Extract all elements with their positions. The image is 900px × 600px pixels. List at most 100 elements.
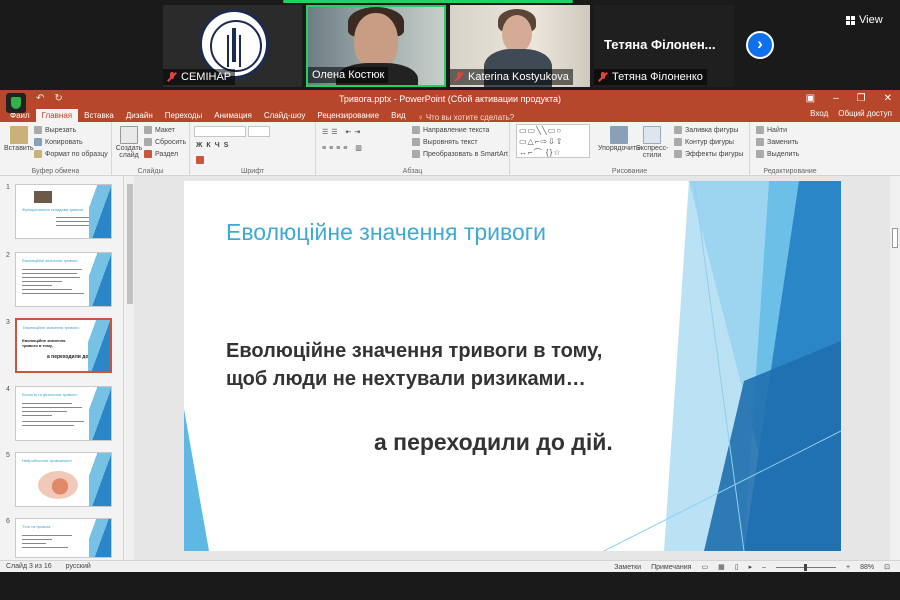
shapes-gallery[interactable]: ▭▭╲╲▭○ ▭△⌐⇨⇩⇧ ↔⌐⌒ {}☆ bbox=[516, 124, 590, 158]
group-label: Шрифт bbox=[240, 168, 265, 175]
paint-bucket-icon bbox=[674, 126, 682, 134]
arrange-button[interactable]: Упорядочить bbox=[598, 126, 640, 152]
security-shield-icon[interactable] bbox=[6, 93, 26, 113]
thumbnail-text-line bbox=[22, 547, 68, 548]
participant-tile-tetyana[interactable]: Тетяна Філонен... Тетяна Філоненко bbox=[594, 5, 734, 87]
tab-review[interactable]: Рецензирование bbox=[311, 109, 385, 122]
reset-button[interactable]: Сбросить bbox=[144, 138, 186, 146]
thumbnail-decoration bbox=[89, 453, 111, 506]
slide-number: 3 bbox=[6, 319, 10, 326]
font-format-buttons[interactable]: ЖКЧS bbox=[196, 142, 232, 149]
slide-thumbnail[interactable]: Нейробіологія тривожності bbox=[15, 452, 112, 507]
fit-slide-icon[interactable]: ⊡ bbox=[884, 563, 890, 571]
participant-tile-olena[interactable]: Олена Костюк bbox=[306, 5, 446, 87]
font-family-select[interactable] bbox=[194, 126, 246, 137]
thumbnail-text-line bbox=[22, 407, 82, 408]
slide-body-line: Еволюційне значення тривоги в тому, bbox=[226, 340, 603, 362]
shape-outline-button[interactable]: Контур фигуры bbox=[674, 138, 734, 146]
format-painter-button[interactable]: Формат по образцу bbox=[34, 150, 108, 158]
tab-insert[interactable]: Вставка bbox=[78, 109, 120, 122]
thumbnail-text-line bbox=[22, 535, 72, 536]
thumbnail-picture bbox=[34, 191, 52, 203]
scrollbar-thumb[interactable] bbox=[892, 228, 898, 248]
thumbnail-text-line bbox=[22, 425, 74, 426]
restore-icon[interactable]: ❐ bbox=[857, 93, 866, 104]
tab-view[interactable]: Вид bbox=[385, 109, 411, 122]
shape-effects-button[interactable]: Эффекты фигуры bbox=[674, 150, 743, 158]
copy-button[interactable]: Копировать bbox=[34, 138, 83, 146]
find-button[interactable]: Найти bbox=[756, 126, 787, 134]
slide-title[interactable]: Еволюційне значення тривоги bbox=[226, 219, 546, 246]
reading-view-icon[interactable]: ▯ bbox=[735, 563, 739, 571]
tab-home[interactable]: Главная bbox=[35, 109, 79, 122]
view-button[interactable]: View bbox=[846, 14, 883, 26]
thumbnail-decoration bbox=[89, 387, 111, 440]
thumbnail-text-line bbox=[22, 543, 46, 544]
select-icon bbox=[756, 150, 764, 158]
copy-icon bbox=[34, 138, 42, 146]
paste-button[interactable]: Вставить bbox=[4, 126, 34, 152]
quick-styles-button[interactable]: Экспресс-стили bbox=[636, 126, 668, 159]
comments-button[interactable]: Примечания bbox=[651, 564, 691, 571]
participant-tile-katerina[interactable]: Katerina Kostyukova bbox=[450, 5, 590, 87]
shape-fill-button[interactable]: Заливка фигуры bbox=[674, 126, 738, 134]
zoom-level[interactable]: 88% bbox=[860, 564, 874, 571]
tab-slideshow[interactable]: Слайд-шоу bbox=[258, 109, 311, 122]
notes-button[interactable]: Заметки bbox=[614, 564, 641, 571]
slide-thumbnail[interactable]: Біологія та фізіологія тривоги bbox=[15, 386, 112, 441]
smartart-button[interactable]: Преобразовать в SmartArt bbox=[412, 150, 508, 158]
slide-thumbnail[interactable]: Функціональна складова тривоги bbox=[15, 184, 112, 239]
tab-transitions[interactable]: Переходы bbox=[159, 109, 209, 122]
font-size-select[interactable] bbox=[248, 126, 270, 137]
current-slide[interactable]: Еволюційне значення тривоги Еволюційне з… bbox=[184, 181, 841, 551]
thumbnail-decoration bbox=[88, 320, 110, 371]
thumbnail-text-line bbox=[22, 281, 62, 282]
cut-button[interactable]: Вырезать bbox=[34, 126, 76, 134]
tell-me-search[interactable]: ♀ Что вы хотите сделать? bbox=[418, 113, 515, 122]
font-color-button[interactable] bbox=[196, 156, 204, 164]
ribbon-display-icon[interactable]: ▣ bbox=[806, 93, 815, 104]
slide-thumbnail[interactable]: Еволюційне значення тривоги bbox=[15, 252, 112, 307]
text-direction-button[interactable]: Направление текста bbox=[412, 126, 489, 134]
next-page-chevron-icon[interactable]: › bbox=[746, 31, 774, 59]
thumbnail-title: Нейробіологія тривожності bbox=[22, 458, 72, 463]
new-slide-button[interactable]: Создать слайд bbox=[116, 126, 142, 159]
grid-icon bbox=[846, 15, 855, 25]
list-buttons[interactable]: ☰☰ ⇤⇥ bbox=[322, 128, 363, 136]
slide-thumbnail[interactable]: Тіло та тривога bbox=[15, 518, 112, 558]
replace-button[interactable]: Заменить bbox=[756, 138, 798, 146]
slide-scrollbar[interactable] bbox=[890, 176, 900, 560]
signin-link[interactable]: Вход bbox=[810, 109, 828, 118]
tab-animations[interactable]: Анимация bbox=[208, 109, 258, 122]
thumbnail-scrollbar[interactable] bbox=[126, 176, 134, 560]
thumbnail-text-line bbox=[22, 277, 80, 278]
section-icon bbox=[144, 150, 152, 158]
thumbnail-text-line bbox=[22, 415, 52, 416]
sorter-view-icon[interactable]: ▦ bbox=[718, 563, 725, 571]
group-label: Буфер обмена bbox=[31, 168, 80, 175]
slide-body[interactable]: Еволюційне значення тривоги в тому, щоб … bbox=[226, 337, 602, 393]
thumbnail-title: Біологія та фізіологія тривоги bbox=[22, 392, 77, 397]
align-text-button[interactable]: Выровнять текст bbox=[412, 138, 478, 146]
zoom-in-icon[interactable]: + bbox=[846, 564, 850, 571]
participant-tile-seminar[interactable]: СЕМІНАР bbox=[163, 5, 302, 87]
zoom-slider[interactable] bbox=[776, 563, 837, 571]
section-button[interactable]: Раздел bbox=[144, 150, 178, 158]
slideshow-icon[interactable]: ▸ bbox=[749, 563, 753, 571]
close-icon[interactable]: ✕ bbox=[884, 93, 892, 104]
zoom-out-icon[interactable]: – bbox=[762, 564, 766, 571]
select-button[interactable]: Выделить bbox=[756, 150, 799, 158]
normal-view-icon[interactable]: ▭ bbox=[701, 563, 708, 571]
share-button[interactable]: Общий доступ bbox=[838, 109, 892, 118]
slide-tail-text[interactable]: а переходили до дій. bbox=[374, 429, 613, 456]
align-buttons[interactable]: ≡≡≡≡ ▥ bbox=[322, 144, 365, 152]
layout-button[interactable]: Макет bbox=[144, 126, 175, 134]
thumbnail-decoration bbox=[89, 185, 111, 238]
slide-editor-canvas: Еволюційне значення тривоги Еволюційне з… bbox=[134, 176, 890, 560]
scrollbar-thumb[interactable] bbox=[127, 184, 133, 304]
tab-design[interactable]: Дизайн bbox=[120, 109, 159, 122]
minimize-icon[interactable]: – bbox=[833, 93, 839, 104]
language-indicator[interactable]: русский bbox=[66, 563, 91, 570]
scissors-icon bbox=[34, 126, 42, 134]
slide-thumbnail-selected[interactable]: Еволюційне значення тривоги Еволюційне з… bbox=[15, 318, 112, 373]
